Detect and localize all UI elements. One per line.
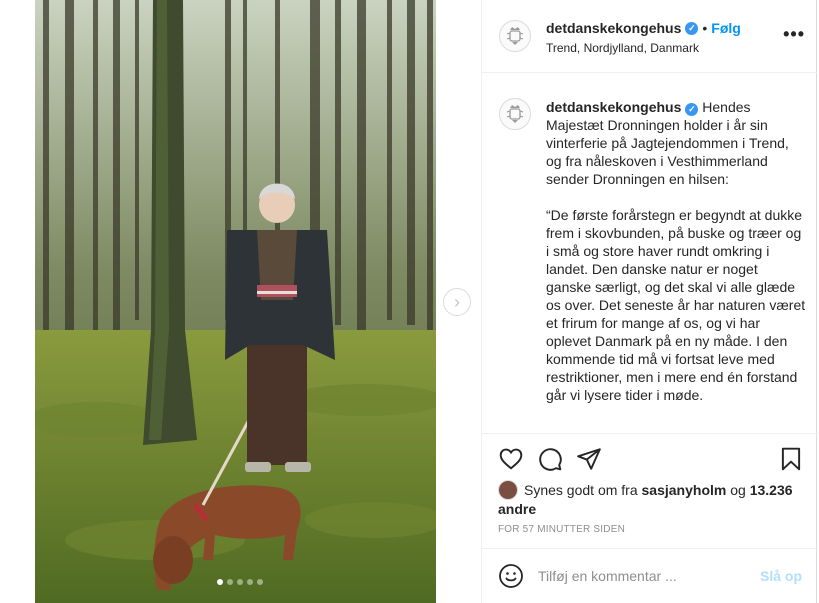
comment-bar: Slå op bbox=[482, 548, 818, 603]
smiley-icon[interactable] bbox=[498, 563, 524, 589]
location-link[interactable]: Trend, Nordjylland, Danmark bbox=[546, 41, 699, 55]
share-icon[interactable] bbox=[576, 446, 602, 472]
likes-summary: Synes godt om fra sasjanyholm og 13.236 … bbox=[498, 480, 808, 518]
follow-button[interactable]: Følg bbox=[711, 20, 741, 36]
comment-input[interactable] bbox=[538, 565, 748, 587]
post-timestamp[interactable]: For 57 minutter siden bbox=[498, 524, 625, 535]
verified-badge-icon: ✓ bbox=[685, 102, 699, 116]
header-title-row: detdanskekongehus ✓ • Følg bbox=[546, 20, 741, 36]
username-link[interactable]: detdanskekongehus bbox=[546, 20, 681, 36]
heart-icon[interactable] bbox=[498, 446, 524, 472]
more-options-icon[interactable]: ••• bbox=[783, 24, 805, 45]
likes-middle: og bbox=[726, 482, 750, 498]
comment-icon[interactable] bbox=[537, 446, 563, 472]
carousel-dot bbox=[227, 579, 233, 585]
post-sidebar: detdanskekongehus ✓ • Følg Trend, Nordjy… bbox=[481, 0, 818, 603]
caption-username-link[interactable]: detdanskekongehus bbox=[546, 99, 681, 115]
caption-avatar[interactable] bbox=[499, 98, 531, 130]
carousel-dot bbox=[257, 579, 263, 585]
caption-body: Hendes Majestæt Dronningen holder i år s… bbox=[546, 99, 806, 403]
caption-section: detdanskekongehus ✓ Hendes Majestæt Dronn… bbox=[482, 74, 818, 434]
post-comment-button[interactable]: Slå op bbox=[760, 568, 802, 584]
post-photo[interactable] bbox=[35, 0, 436, 603]
action-bar bbox=[482, 442, 818, 476]
account-avatar[interactable] bbox=[499, 20, 531, 52]
separator-dot: • bbox=[702, 20, 708, 36]
liker-avatar[interactable] bbox=[498, 480, 518, 500]
chevron-right-icon: › bbox=[454, 292, 460, 312]
carousel-next-button[interactable]: › bbox=[443, 288, 471, 316]
carousel-dot bbox=[237, 579, 243, 585]
royal-crest-icon bbox=[506, 105, 524, 123]
carousel-indicator bbox=[217, 579, 263, 585]
royal-crest-icon bbox=[506, 27, 524, 45]
post-container: › detdanskekongehus ✓ • Følg Trend, Nord… bbox=[35, 0, 818, 603]
carousel-dot bbox=[247, 579, 253, 585]
verified-badge-icon: ✓ bbox=[685, 21, 699, 35]
post-header: detdanskekongehus ✓ • Følg Trend, Nordjy… bbox=[482, 0, 817, 73]
likes-prefix: Synes godt om fra bbox=[524, 482, 642, 498]
carousel-dot bbox=[217, 579, 223, 585]
forest-photo bbox=[35, 0, 436, 603]
caption-text: detdanskekongehus ✓ Hendes Majestæt Dronn… bbox=[546, 98, 806, 404]
liker-username-link[interactable]: sasjanyholm bbox=[642, 482, 727, 498]
bookmark-icon[interactable] bbox=[778, 446, 804, 472]
